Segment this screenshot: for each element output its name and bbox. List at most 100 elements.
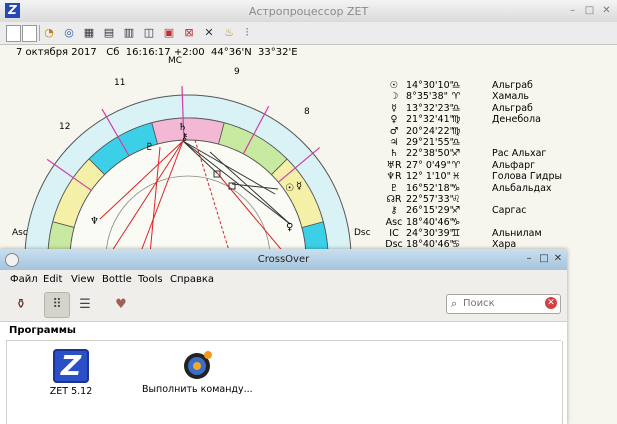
planet-glyph: IC <box>389 228 399 240</box>
grid-icon[interactable]: ▦ <box>81 25 97 41</box>
crossover-close-button[interactable]: ✕ <box>552 253 564 265</box>
zet-maximize-button[interactable]: □ <box>582 3 597 18</box>
program-zet[interactable]: Z ZET 5.12 <box>41 349 101 397</box>
search-box: ⌕ ✕ <box>446 294 561 314</box>
planet-row: ♂ 20°24'22" ♍ <box>380 126 580 137</box>
planet-glyph: ♆R <box>386 171 402 183</box>
grid-view-icon[interactable]: ⠿ <box>44 292 70 318</box>
planet-sign: ♓ <box>451 171 461 183</box>
mercury-glyph: ☿ <box>296 181 302 192</box>
zet-right-area <box>567 249 617 424</box>
list-view-icon[interactable]: ☰ <box>72 292 98 318</box>
transit-icon[interactable]: ⫶ <box>239 25 255 41</box>
planet-sign: ♑ <box>451 216 461 228</box>
planet-glyph: ♂ <box>389 125 399 137</box>
planet-position: 26°15'29" <box>406 205 454 217</box>
planet-sign: ♊ <box>451 228 461 240</box>
menu-bottle[interactable]: Bottle <box>102 274 132 285</box>
fixed-star-name: Альнилам <box>492 228 542 240</box>
planet-position: 29°21'55" <box>406 136 454 148</box>
book-icon[interactable]: ◫ <box>141 25 157 41</box>
table-icon[interactable]: ▣ <box>161 25 177 41</box>
planet-sign: ♑ <box>451 182 461 194</box>
planet-row: ☿ 13°32'23" ♎ Альграб <box>380 103 580 114</box>
planet-glyph: ⚷ <box>390 205 398 217</box>
neptune-glyph: ♆ <box>90 216 99 227</box>
settings-cross-icon[interactable]: ⊠ <box>181 25 197 41</box>
house-9-label: 9 <box>234 67 240 77</box>
planet-row: ♄ 22°38'50" ♐ Рас Альхаг <box>380 148 580 159</box>
toolbar-separator <box>39 25 40 41</box>
fixed-star-name: Рас Альхаг <box>492 148 547 160</box>
planet-sign: ♍ <box>451 125 461 137</box>
planet-sign: ♎ <box>451 102 461 114</box>
menu-help[interactable]: Справка <box>170 274 214 285</box>
planet-sign: ♎ <box>451 80 461 91</box>
search-input[interactable] <box>463 296 541 310</box>
planet-row: ♅R 27° 0'49" ♈ Альфарг <box>380 160 580 171</box>
planet-row: Asc 18°40'46" ♑ <box>380 217 580 228</box>
menu-view[interactable]: View <box>71 274 95 285</box>
menu-file[interactable]: Файл <box>10 274 38 285</box>
crossover-maximize-button[interactable]: □ <box>538 253 550 265</box>
planet-glyph: ♇ <box>389 182 399 194</box>
planet-sign: ♐ <box>451 205 461 217</box>
zet-close-button[interactable]: ✕ <box>599 3 614 18</box>
crossover-titlebar[interactable]: CrossOver – □ ✕ <box>0 249 567 271</box>
planet-row: ♇ 16°52'18" ♑ Альбальдах <box>380 183 580 194</box>
mc-label: MC <box>168 56 182 66</box>
notes-icon[interactable]: ▥ <box>121 25 137 41</box>
toolbar-blank-field[interactable] <box>6 25 21 42</box>
house-12-label: 12 <box>59 122 70 132</box>
planet-sign: ♐ <box>451 148 461 160</box>
planet-row: ⚷ 26°15'29" ♐ Саргас <box>380 205 580 216</box>
crossover-window-title: CrossOver <box>257 254 310 265</box>
menu-edit[interactable]: Edit <box>43 274 62 285</box>
globe-icon[interactable]: ◎ <box>61 25 77 41</box>
crossover-minimize-button[interactable]: – <box>523 253 535 265</box>
planet-position: 16°52'18" <box>406 182 454 194</box>
planet-glyph: ♄ <box>389 148 399 160</box>
natal-chart-wheel[interactable]: ♄ ⚷ ♇ ☉ ☿ ♀ ♆ MC 9 8 11 12 Asc Dsc <box>0 44 380 254</box>
crossover-window: CrossOver – □ ✕ Файл Edit View Bottle To… <box>0 249 567 424</box>
planet-row: ♆R 12° 1'10" ♓ Голова Гидры <box>380 171 580 182</box>
programs-area: Z ZET 5.12 Выполнить команду... <box>6 341 563 424</box>
planet-glyph: ☽ <box>389 91 399 103</box>
fixed-star-name: Хамаль <box>492 91 529 103</box>
programs-section-title: Программы <box>9 325 76 336</box>
bottles-icon[interactable]: ⚱ <box>8 292 34 318</box>
planet-row: ☊R 22°57'33" ♌ <box>380 194 580 205</box>
fixed-star-name: Альграб <box>492 80 533 91</box>
planet-row: ♃ 29°21'55" ♎ <box>380 137 580 148</box>
planet-position: 22°57'33" <box>406 193 454 205</box>
planet-position: 27° 0'49" <box>406 159 451 171</box>
heart-icon[interactable]: ♥ <box>108 292 134 318</box>
clear-search-icon[interactable]: ✕ <box>545 297 557 309</box>
planet-row: IC 24°30'39" ♊ Альнилам <box>380 228 580 239</box>
toolbar-blank-field-2[interactable] <box>22 25 37 42</box>
planet-glyph: ☊R <box>386 193 402 205</box>
planet-position: 20°24'22" <box>406 125 454 137</box>
planet-row: ♀ 21°32'41" ♍ Денебола <box>380 114 580 125</box>
tools-icon[interactable]: ✕ <box>201 25 217 41</box>
zet-window-title: Астропроцессор ZET <box>248 5 369 18</box>
bell-icon[interactable]: ♨ <box>221 25 237 41</box>
program-run-command[interactable]: Выполнить команду... <box>142 349 253 395</box>
zet-titlebar[interactable]: Z Астропроцессор ZET – □ ✕ <box>0 0 617 23</box>
planet-sign: ♌ <box>451 193 461 205</box>
menu-tools[interactable]: Tools <box>138 274 163 285</box>
search-icon: ⌕ <box>451 297 458 310</box>
zet-toolbar: ◔ ◎ ▦ ▤ ▥ ◫ ▣ ⊠ ✕ ♨ ⫶ <box>0 22 617 45</box>
fixed-star-name: Альграб <box>492 102 533 114</box>
chart-wheel-icon[interactable]: ◔ <box>41 25 57 41</box>
document-icon[interactable]: ▤ <box>101 25 117 41</box>
zet-app-icon: Z <box>53 349 89 383</box>
programs-section-header: Программы <box>6 321 561 341</box>
zet-minimize-button[interactable]: – <box>565 3 580 18</box>
fixed-star-name: Денебола <box>492 114 541 126</box>
planet-glyph: ☿ <box>391 102 397 114</box>
chiron-glyph: ⚷ <box>181 132 188 143</box>
planet-row: ☉ 14°30'10" ♎ Альграб <box>380 80 580 91</box>
pluto-glyph: ♇ <box>145 142 154 153</box>
planet-sign: ♎ <box>451 136 461 148</box>
